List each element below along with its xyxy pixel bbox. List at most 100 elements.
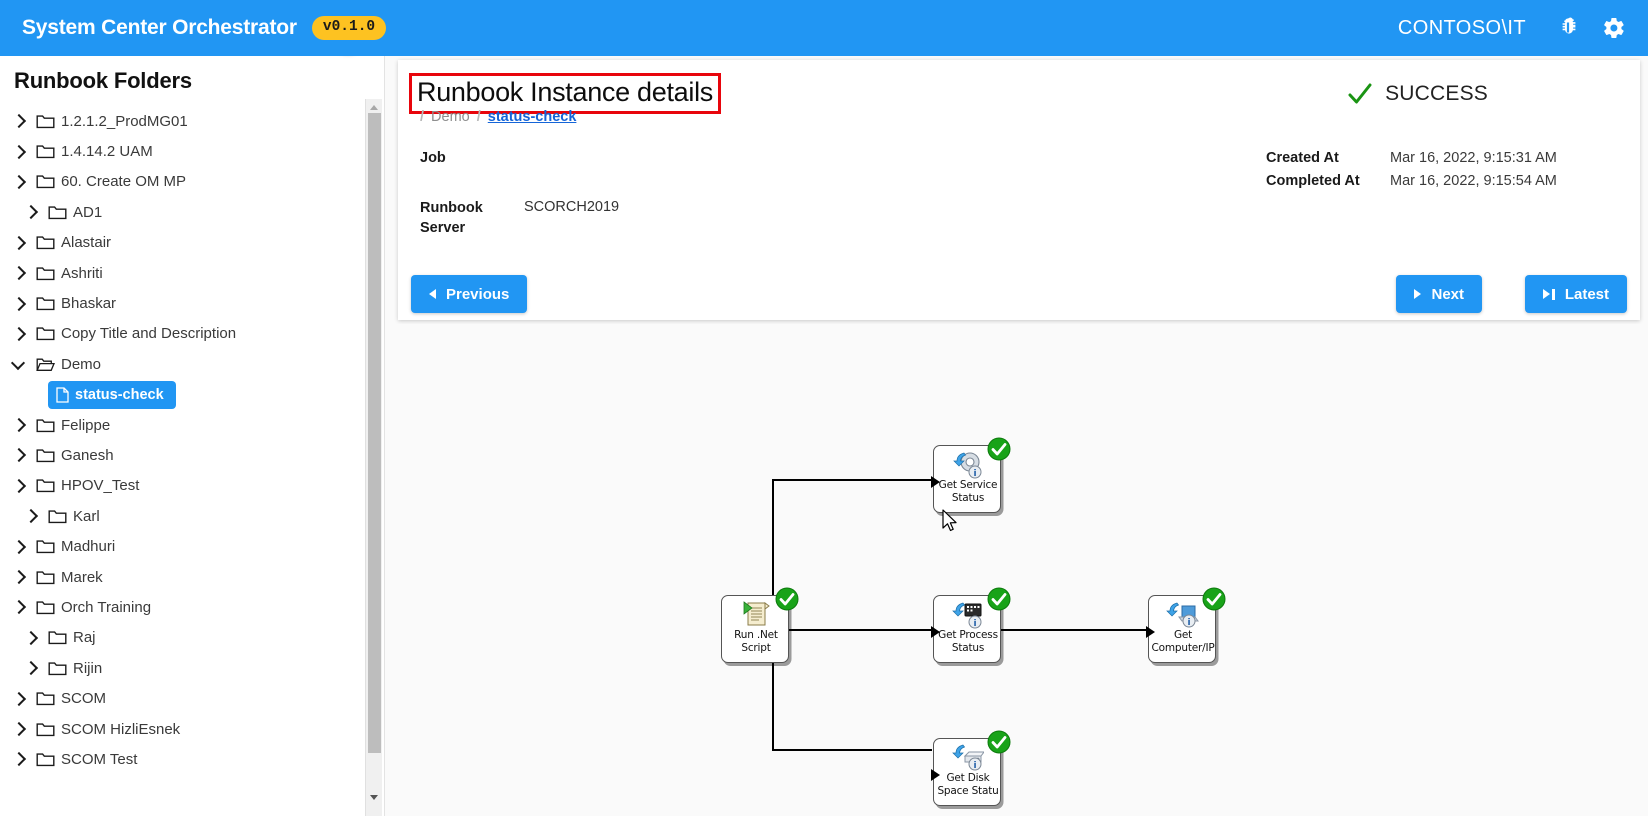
sidebar-folder-ad1[interactable]: AD1 (0, 197, 363, 227)
folder-tree[interactable]: 1.2.1.2_ProdMG01 1.4.14.2 UAM 60. Create O… (0, 106, 363, 816)
breadcrumb-runbook-link[interactable]: status-check (488, 109, 577, 125)
node-get-computer-ip[interactable]: i Get Computer/IP (1146, 587, 1226, 663)
folder-icon (36, 570, 55, 584)
created-at-value: Mar 16, 2022, 9:15:31 AM (1390, 150, 1557, 166)
sidebar-folder-orch-training[interactable]: Orch Training (0, 592, 363, 622)
sidebar-folder-rijin[interactable]: Rijin (0, 653, 363, 683)
gear-icon[interactable] (1602, 16, 1626, 40)
success-badge-icon (1202, 587, 1226, 611)
file-icon (56, 387, 69, 403)
sidebar-runbook-label: status-check (75, 386, 164, 403)
chevron-right-icon[interactable] (22, 659, 40, 677)
completed-at-label: Completed At (1266, 173, 1360, 189)
scrollbar-thumb[interactable] (368, 113, 381, 753)
sidebar: Runbook Folders 1.2.1.2_ProdMG01 1.4.14.2… (0, 56, 385, 816)
chevron-right-icon[interactable] (10, 264, 28, 282)
chevron-right-icon[interactable] (10, 750, 28, 768)
sidebar-folder-scom[interactable]: SCOM (0, 683, 363, 713)
next-button[interactable]: Next (1396, 275, 1482, 313)
sidebar-folder-demo[interactable]: Demo (0, 349, 363, 379)
sidebar-folder-label: SCOM (61, 690, 106, 708)
sidebar-folder-alastair[interactable]: Alastair (0, 228, 363, 258)
triangle-right-icon (1414, 289, 1422, 299)
chevron-right-icon[interactable] (10, 690, 28, 708)
sidebar-folder-1-2-1-2-prodmg01[interactable]: 1.2.1.2_ProdMG01 (0, 106, 363, 136)
app-header: System Center Orchestrator v0.1.0 CONTOS… (0, 0, 1648, 56)
sidebar-runbook-status-check[interactable]: status-check (48, 380, 176, 409)
sidebar-folder-felippe[interactable]: Felippe (0, 410, 363, 440)
node-run-net-script[interactable]: Run .Net Script (721, 587, 799, 663)
runbook-server-value: SCORCH2019 (524, 199, 620, 215)
success-badge-icon (987, 730, 1011, 754)
chevron-right-icon[interactable] (10, 416, 28, 434)
chevron-right-icon[interactable] (10, 173, 28, 191)
scroll-up-icon[interactable] (370, 105, 378, 110)
sidebar-folder-raj[interactable]: Raj (0, 623, 363, 653)
node-get-process-status[interactable]: i Get Process Status (931, 587, 1011, 663)
scroll-down-icon[interactable] (370, 795, 378, 800)
runbook-diagram[interactable]: Run .Net Script i Get Service Status i G… (385, 324, 1648, 816)
previous-button-label: Previous (446, 285, 510, 303)
sidebar-folder-scom-hizliesnek[interactable]: SCOM HizliEsnek (0, 714, 363, 744)
chevron-right-icon[interactable] (10, 295, 28, 313)
completed-at-value: Mar 16, 2022, 9:15:54 AM (1390, 173, 1557, 189)
chevron-right-icon[interactable] (10, 720, 28, 738)
sidebar-folder-label: SCOM HizliEsnek (61, 720, 181, 738)
latest-button-label: Latest (1564, 285, 1609, 303)
sidebar-folder-marek[interactable]: Marek (0, 562, 363, 592)
check-icon (1348, 83, 1372, 104)
chevron-right-icon[interactable] (10, 446, 28, 464)
runbook-server-key: Runbook Server (420, 200, 483, 236)
latest-button[interactable]: Latest (1525, 275, 1627, 313)
triangle-left-icon (429, 289, 436, 299)
version-badge: v0.1.0 (311, 16, 387, 40)
sidebar-folder-label: Rijin (73, 659, 103, 677)
process-monitor-icon: i (952, 602, 982, 629)
chevron-right-icon[interactable] (10, 538, 28, 556)
chevron-right-icon[interactable] (10, 598, 28, 616)
folder-icon (36, 267, 55, 280)
chevron-right-icon[interactable] (10, 112, 28, 130)
wire-process-to-computer (987, 629, 1147, 631)
chevron-right-icon[interactable] (10, 234, 28, 252)
sidebar-folder-label: Orch Training (61, 598, 152, 616)
wire-to-disk-status (772, 749, 932, 751)
sidebar-folder-label: Copy Title and Description (61, 325, 237, 343)
breadcrumb: / Demo / status-check (420, 109, 576, 125)
sidebar-folder-1-4-14-2-uam[interactable]: 1.4.14.2 UAM (0, 136, 363, 166)
sidebar-folder-madhuri[interactable]: Madhuri (0, 531, 363, 561)
svg-text:i: i (973, 619, 976, 629)
sidebar-folder-label: Karl (73, 507, 100, 525)
chevron-right-icon[interactable] (10, 325, 28, 343)
chevron-right-icon[interactable] (22, 629, 40, 647)
folder-icon (36, 479, 55, 493)
user-domain-label: CONTOSO\IT (1397, 16, 1526, 39)
sidebar-folder-karl[interactable]: Karl (0, 501, 363, 531)
chevron-right-icon[interactable] (22, 203, 40, 221)
node-label: Get Computer/IP (1151, 629, 1215, 654)
sidebar-folder-label: SCOM Test (61, 750, 138, 768)
sidebar-folder-scom-test[interactable]: SCOM Test (0, 744, 363, 774)
chevron-right-icon[interactable] (10, 477, 28, 495)
sidebar-folder-label: Raj (73, 629, 96, 647)
chevron-right-icon[interactable] (22, 507, 40, 525)
sidebar-folder-ashriti[interactable]: Ashriti (0, 258, 363, 288)
chevron-right-icon[interactable] (10, 568, 28, 586)
sidebar-folder-60-create-om-mp[interactable]: 60. Create OM MP (0, 167, 363, 197)
sidebar-folder-copy-title-and-description[interactable]: Copy Title and Description (0, 319, 363, 349)
previous-button[interactable]: Previous (411, 275, 528, 313)
folder-icon (36, 601, 55, 615)
chevron-right-icon[interactable] (10, 143, 28, 161)
bug-icon[interactable] (1556, 16, 1580, 40)
chevron-down-icon[interactable] (10, 355, 28, 373)
sidebar-folder-bhaskar[interactable]: Bhaskar (0, 288, 363, 318)
node-get-disk-space-status[interactable]: i Get Disk Space Statu (931, 730, 1011, 806)
folder-icon (36, 692, 55, 706)
sidebar-runbook-row: status-check (0, 380, 363, 410)
folder-icon (36, 418, 55, 432)
wire-to-service-status (772, 479, 932, 481)
node-get-service-status[interactable]: i Get Service Status (931, 437, 1011, 513)
sidebar-scrollbar[interactable] (365, 99, 382, 816)
sidebar-folder-hpov-test[interactable]: HPOV_Test (0, 471, 363, 501)
sidebar-folder-ganesh[interactable]: Ganesh (0, 440, 363, 470)
